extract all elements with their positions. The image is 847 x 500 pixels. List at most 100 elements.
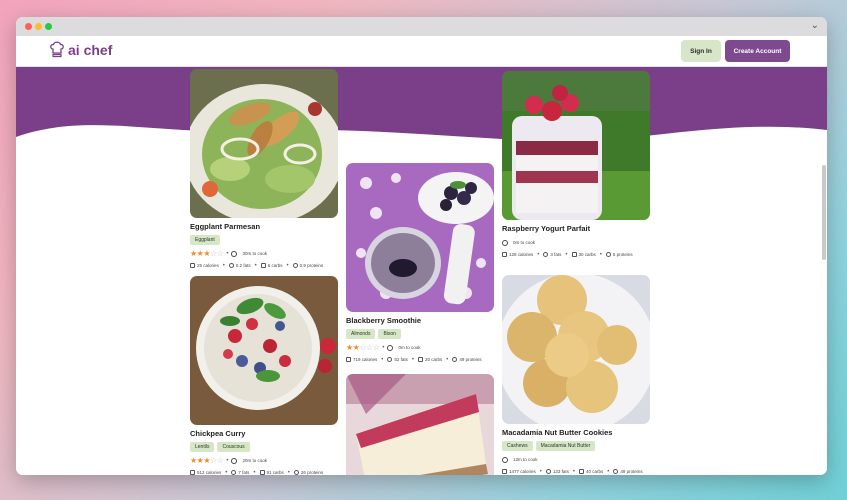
cook-time: 20m to cook [242, 458, 267, 463]
carbs-icon [418, 357, 423, 362]
recipe-title[interactable]: Raspberry Yogurt Parfait [502, 224, 650, 234]
proteins: 49 proteins [459, 357, 482, 362]
calories-icon [502, 469, 507, 474]
recipe-card[interactable]: Macadamia Nut Butter Cookies Cashews Mac… [502, 275, 650, 475]
top-navbar: ai chef Sign In Create Account [16, 36, 827, 67]
carbs-icon [260, 263, 266, 268]
calories: 128 calories [509, 252, 534, 257]
proteins: 5 proteins [612, 252, 633, 257]
proteins-icon [605, 252, 611, 257]
sign-in-button[interactable]: Sign In [681, 40, 721, 62]
scrollbar-thumb[interactable] [822, 165, 826, 260]
fats-icon [231, 470, 237, 475]
calories: 512 calories [197, 470, 222, 475]
chef-hat-icon [50, 41, 64, 58]
carbs-icon [579, 469, 585, 474]
ingredient-tags: Almonds Bison [346, 329, 494, 339]
page-scrollbar[interactable] [821, 67, 827, 475]
recipe-image[interactable] [346, 163, 494, 312]
close-window-button[interactable] [25, 23, 32, 30]
calories-icon [502, 252, 507, 257]
ingredient-tag[interactable]: Almonds [346, 329, 376, 339]
rating-row: ★★☆☆☆ • 0m to cook [346, 343, 421, 352]
proteins: 0.9 proteins [299, 263, 324, 268]
recipe-image[interactable] [502, 71, 650, 220]
carbs-icon [571, 252, 577, 257]
calories: 1477 calories [509, 469, 536, 474]
fats: 3 fats [550, 252, 562, 257]
calories-icon [346, 357, 351, 362]
window-titlebar: ⌄ [16, 17, 827, 36]
ingredient-tags: Cashews Macadamia Nut Butter [502, 441, 650, 451]
proteins: 26 proteins [300, 470, 324, 475]
nutrition-row: 719 calories • 52 fats • 20 carbs • 49 p… [346, 355, 494, 364]
recipe-image[interactable] [190, 276, 338, 425]
recipe-card[interactable]: Eggplant Parmesan Eggplant ★★★☆☆ • 30m t… [190, 69, 338, 270]
ingredient-tag[interactable]: Cashews [502, 441, 533, 451]
cook-time: 0m to cook [513, 240, 536, 245]
clock-icon [502, 239, 508, 246]
clock-icon [387, 344, 394, 351]
ingredient-tag[interactable]: Macadamia Nut Butter [535, 441, 596, 451]
ingredient-tag[interactable]: Couscous [217, 442, 250, 452]
fats: 0.2 fats [235, 263, 251, 268]
clock-icon [502, 456, 508, 463]
fats-icon [543, 252, 549, 257]
fats-icon [228, 263, 234, 268]
recipe-title[interactable]: Blackberry Smoothie [346, 316, 494, 326]
rating-row: 0m to cook [502, 238, 650, 247]
recipe-card[interactable] [346, 374, 494, 475]
proteins: 49 proteins [620, 469, 643, 474]
proteins-icon [613, 469, 619, 474]
clock-icon [231, 250, 238, 257]
ingredient-tag[interactable]: Bison [378, 329, 401, 339]
browser-window: ⌄ ai chef Sign In Create Account Eggplan… [16, 17, 827, 475]
clock-icon [231, 457, 238, 464]
chevron-down-icon[interactable]: ⌄ [811, 20, 819, 31]
rating-row: 13m to cook [502, 455, 650, 464]
proteins-icon [452, 357, 458, 362]
maximize-window-button[interactable] [45, 23, 52, 30]
star-rating[interactable]: ★★☆☆☆ [346, 343, 380, 352]
ingredient-tags: Lentils Couscous [190, 442, 338, 452]
nutrition-row: 128 calories • 3 fats • 30 carbs • 5 pro… [502, 250, 650, 259]
nutrition-row: 25 calories • 0.2 fats • 6 carbs • 0.9 p… [190, 261, 338, 270]
recipe-image[interactable] [502, 275, 650, 424]
recipe-image[interactable] [346, 374, 494, 475]
recipe-card[interactable]: Raspberry Yogurt Parfait 0m to cook 128 … [502, 71, 650, 259]
fats: 133 fats [552, 469, 569, 474]
recipe-image[interactable] [190, 69, 338, 218]
create-account-button[interactable]: Create Account [725, 40, 790, 62]
recipe-card[interactable]: Chickpea Curry Lentils Couscous ★★★☆☆ • … [190, 276, 338, 475]
ingredient-tags: Eggplant [190, 235, 338, 245]
recipe-card[interactable]: Blackberry Smoothie Almonds Bison ★★☆☆☆ … [346, 163, 494, 364]
app-logo[interactable]: ai chef [50, 41, 112, 58]
star-rating[interactable]: ★★★☆☆ [190, 249, 224, 258]
carbs: 30 carbs [578, 252, 596, 257]
cook-time: 30m to cook [242, 251, 267, 256]
rating-row: ★★★☆☆ • 20m to cook [190, 456, 267, 465]
carbs: 91 carbs [266, 470, 284, 475]
cook-time: 13m to cook [513, 457, 538, 462]
calories: 719 calories [353, 357, 378, 362]
recipe-title[interactable]: Chickpea Curry [190, 429, 338, 439]
rating-row: ★★★☆☆ • 30m to cook [190, 249, 267, 258]
carbs: 20 carbs [425, 357, 443, 362]
recipe-title[interactable]: Macadamia Nut Butter Cookies [502, 428, 650, 438]
carbs: 40 carbs [586, 469, 604, 474]
recipe-title[interactable]: Eggplant Parmesan [190, 222, 338, 232]
nutrition-row: 512 calories • 7 fats • 91 carbs • 26 pr… [190, 468, 338, 475]
carbs: 6 carbs [267, 263, 283, 268]
recipe-feed[interactable]: Eggplant Parmesan Eggplant ★★★☆☆ • 30m t… [16, 67, 827, 475]
carbs-icon [259, 470, 265, 475]
app-name: ai chef [68, 41, 113, 58]
fats: 52 fats [394, 357, 408, 362]
ingredient-tag[interactable]: Eggplant [190, 235, 220, 245]
calories-icon [190, 470, 195, 475]
minimize-window-button[interactable] [35, 23, 42, 30]
fats-icon [545, 469, 551, 474]
calories: 25 calories [197, 263, 219, 268]
star-rating[interactable]: ★★★☆☆ [190, 456, 224, 465]
proteins-icon [293, 470, 299, 475]
ingredient-tag[interactable]: Lentils [190, 442, 215, 452]
